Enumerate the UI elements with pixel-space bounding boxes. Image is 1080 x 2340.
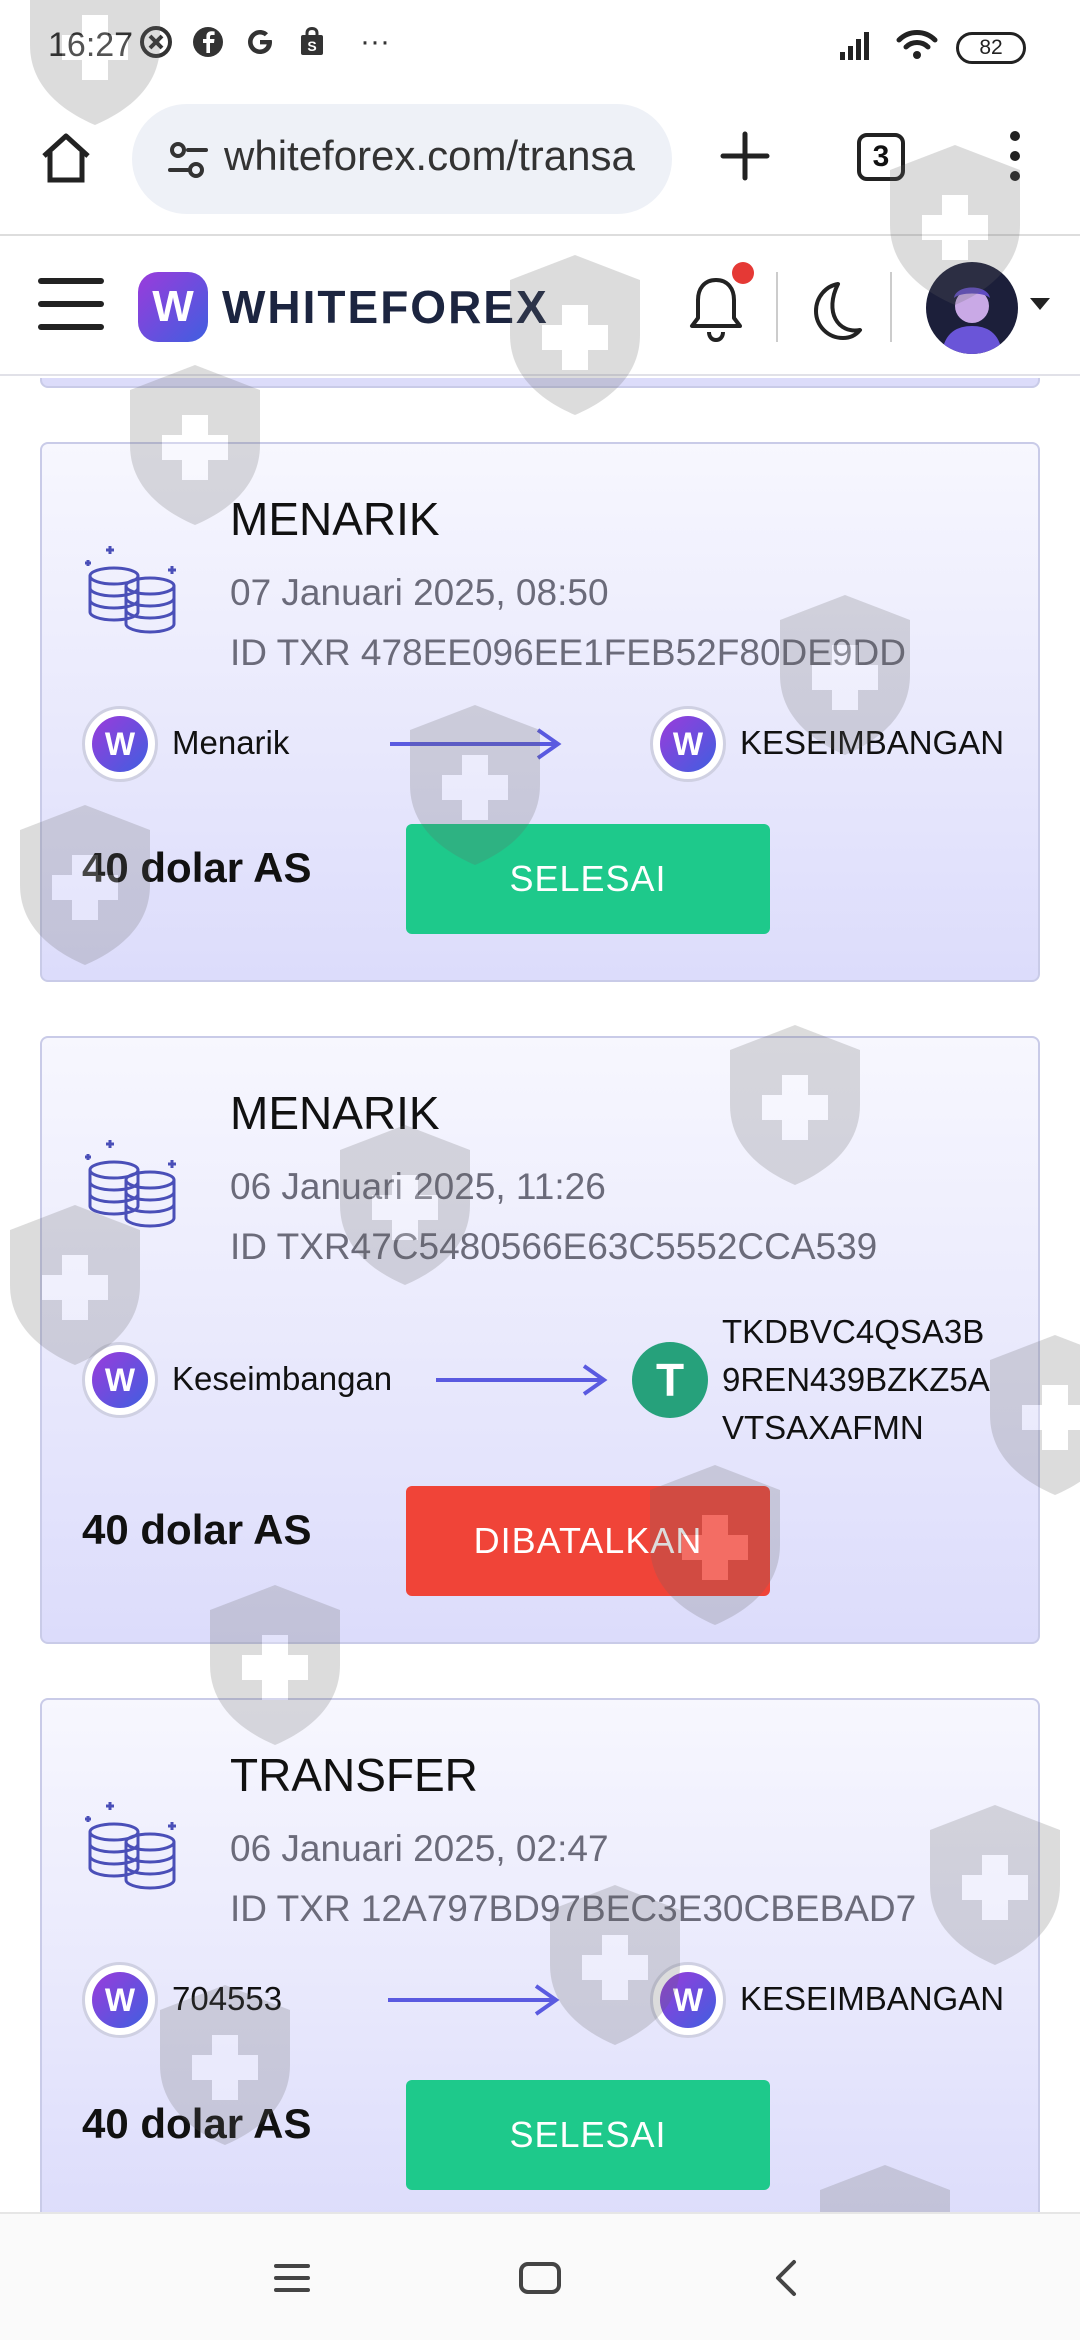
more-notifications-indicator: ···	[360, 25, 390, 58]
status-badge[interactable]: SELESAI	[406, 2080, 770, 2190]
facebook-icon	[190, 24, 226, 60]
avatar[interactable]	[926, 262, 1018, 354]
logo-text[interactable]: WHITEFOREX	[222, 280, 549, 334]
status-time: 16:27	[48, 26, 134, 64]
transaction-date: 06 Januari 2025, 11:26	[230, 1166, 606, 1207]
status-badge[interactable]: SELESAI	[406, 824, 770, 934]
status-notification-icons: S ···	[138, 24, 390, 60]
transaction-amount: 40 dolar AS	[82, 1506, 312, 1553]
moon-icon[interactable]	[798, 278, 864, 344]
header-divider	[890, 272, 892, 342]
transaction-list: MENARIK 07 Januari 2025, 08:50 ID TXR 47…	[0, 378, 1080, 2212]
transaction-amount: 40 dolar AS	[82, 844, 312, 891]
status-system-icons: 82	[838, 28, 1026, 67]
site-header: W WHITEFOREX	[0, 238, 1080, 376]
logo-mark[interactable]: W	[138, 272, 208, 342]
new-tab-button[interactable]	[715, 126, 775, 186]
previous-card-edge	[40, 378, 1040, 388]
google-icon	[242, 24, 278, 60]
source-label: Menarik	[172, 724, 290, 761]
browser-toolbar: whiteforex.com/transa 3	[0, 96, 1080, 236]
status-badge[interactable]: DIBATALKAN	[406, 1486, 770, 1596]
tether-icon: T	[632, 1342, 708, 1418]
plus-icon	[720, 131, 770, 181]
destination-address-line: 9REN439BZKZ5A	[722, 1361, 990, 1398]
destination-address: TKDBVC4QSA3B 9REN439BZKZ5A VTSAXAFMN	[722, 1308, 990, 1452]
home-icon	[42, 133, 90, 183]
destination-label: KESEIMBANGAN	[740, 724, 1005, 761]
transaction-id: ID TXR47C5480566E63C5552CCA539	[230, 1226, 878, 1267]
destination-wallet-icon: W	[650, 1962, 726, 2038]
arrow-right-icon	[388, 1984, 560, 2016]
transaction-card: MENARIK 07 Januari 2025, 08:50 ID TXR 47…	[40, 442, 1040, 982]
hamburger-icon[interactable]	[38, 278, 104, 334]
tune-icon[interactable]	[166, 138, 210, 182]
source-wallet-icon: W	[82, 1962, 158, 2038]
transaction-card: TRANSFER 06 Januari 2025, 02:47 ID TXR 1…	[40, 1698, 1040, 2212]
source-label: 704553	[172, 1980, 283, 2017]
shopping-bag-icon: S	[294, 24, 330, 60]
coins-icon	[80, 1134, 184, 1234]
transaction-id: ID TXR 12A797BD97BEC3E30CBEBAD7	[230, 1888, 917, 1929]
destination-label: KESEIMBANGAN	[740, 1980, 1005, 2017]
wifi-icon	[896, 28, 938, 67]
destination-wallet-icon: W	[650, 706, 726, 782]
source-wallet-icon: W	[82, 706, 158, 782]
chevron-down-icon[interactable]	[1030, 298, 1050, 310]
destination-address-line: TKDBVC4QSA3B	[722, 1313, 985, 1350]
source-label: Keseimbangan	[172, 1360, 393, 1397]
transaction-date: 06 Januari 2025, 02:47	[230, 1828, 609, 1869]
transaction-date: 07 Januari 2025, 08:50	[230, 572, 609, 613]
transaction-type: MENARIK	[230, 1087, 440, 1139]
home-nav-icon[interactable]	[516, 2254, 564, 2302]
address-bar[interactable]: whiteforex.com/transa	[132, 104, 672, 214]
bell-icon[interactable]	[684, 274, 748, 346]
notification-badge	[732, 262, 754, 284]
header-divider	[776, 272, 778, 342]
tab-switcher-button[interactable]: 3	[857, 133, 905, 181]
coins-icon	[80, 1796, 184, 1896]
status-bar: 16:27 S ··· 82	[0, 0, 1080, 96]
coins-icon	[80, 540, 184, 640]
system-navigation-bar	[0, 2212, 1080, 2340]
transaction-id: ID TXR 478EE096EE1FEB52F80DE9DD	[230, 632, 906, 673]
battery-indicator: 82	[956, 31, 1026, 64]
arrow-right-icon	[390, 728, 562, 760]
signal-icon	[838, 28, 878, 67]
source-wallet-icon: W	[82, 1342, 158, 1418]
transaction-card: MENARIK 06 Januari 2025, 11:26 ID TXR47C…	[40, 1036, 1040, 1644]
transaction-amount: 40 dolar AS	[82, 2100, 312, 2147]
recent-apps-icon[interactable]	[268, 2254, 316, 2302]
url-text[interactable]: whiteforex.com/transa	[224, 132, 664, 180]
transaction-type: TRANSFER	[230, 1749, 478, 1801]
arrow-right-icon	[436, 1364, 608, 1396]
back-icon[interactable]	[764, 2254, 812, 2302]
transaction-type: MENARIK	[230, 493, 440, 545]
svg-text:S: S	[307, 38, 316, 54]
destination-address-line: VTSAXAFMN	[722, 1409, 924, 1446]
kebab-menu-icon[interactable]	[1000, 126, 1030, 186]
missed-call-icon	[138, 24, 174, 60]
home-button[interactable]	[36, 128, 96, 188]
